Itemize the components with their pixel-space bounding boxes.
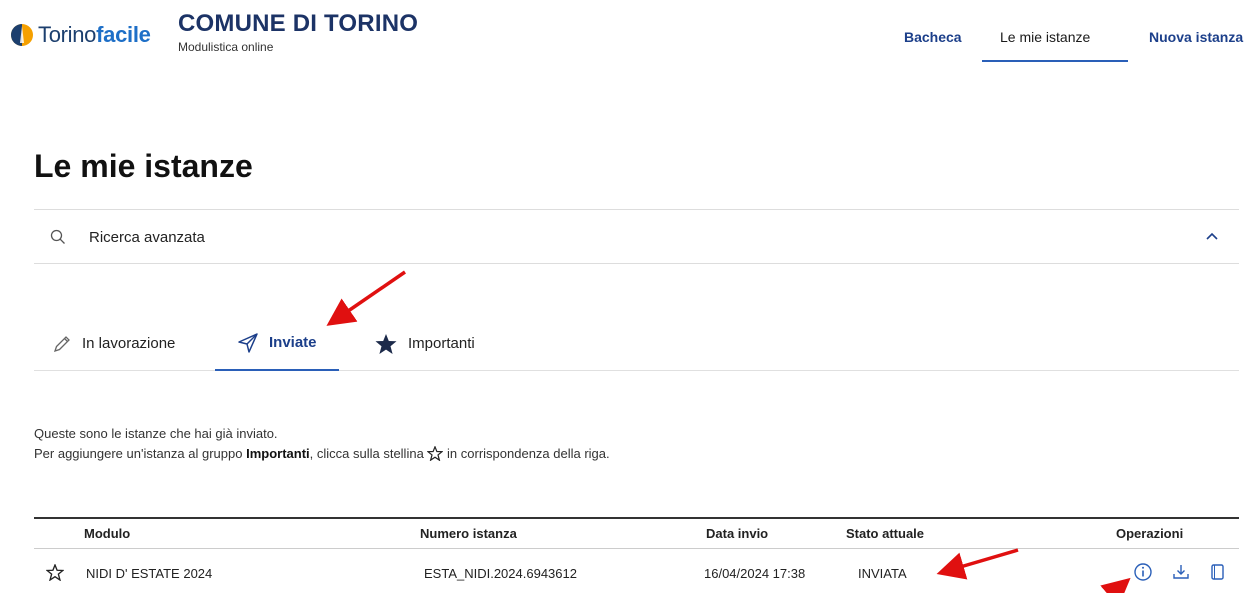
cell-modulo: NIDI D' ESTATE 2024 <box>86 566 213 581</box>
tab-in-lavorazione[interactable]: In lavorazione <box>52 316 175 371</box>
nav-bacheca[interactable]: Bacheca <box>904 26 962 64</box>
table-header: Modulo Numero istanza Data invio Stato a… <box>34 517 1239 549</box>
chevron-up-icon[interactable] <box>1205 231 1219 241</box>
tabs-bar: In lavorazione Inviate Importanti <box>34 316 1239 371</box>
advanced-search-toggle[interactable]: Ricerca avanzata <box>34 209 1239 264</box>
cell-stato: INVIATA <box>858 566 907 581</box>
cell-numero-istanza: ESTA_NIDI.2024.6943612 <box>424 566 577 581</box>
col-stato-attuale: Stato attuale <box>846 526 925 541</box>
description-text-a: Per aggiungere un'istanza al gruppo <box>34 446 247 461</box>
arrow-to-inviate-tab <box>326 270 406 326</box>
tab-inviate-label: Inviate <box>269 334 317 351</box>
star-outline-icon <box>427 446 444 461</box>
tab-importanti[interactable]: Importanti <box>374 316 475 371</box>
description-text-c: in corrispondenza della riga. <box>443 446 610 461</box>
info-icon[interactable] <box>1133 562 1153 582</box>
col-data-invio: Data invio <box>706 526 769 541</box>
nav-active-indicator <box>982 60 1128 62</box>
pencil-icon <box>53 335 70 352</box>
istanze-table: Modulo Numero istanza Data invio Stato a… <box>34 517 1239 593</box>
description-text-b: , clicca sulla stellina <box>309 446 428 461</box>
nav-nuova-istanza[interactable]: Nuova istanza <box>1149 26 1243 64</box>
col-modulo: Modulo <box>84 526 131 541</box>
download-icon[interactable] <box>1171 562 1191 582</box>
page-title: Le mie istanze <box>34 148 253 184</box>
nav-le-mie-istanze[interactable]: Le mie istanze <box>1000 26 1090 64</box>
description-line-1: Queste sono le istanze che hai già invia… <box>34 426 278 441</box>
col-operazioni: Operazioni <box>1116 526 1184 541</box>
cell-data-invio: 16/04/2024 17:38 <box>704 566 806 581</box>
search-icon <box>50 229 65 244</box>
description: Queste sono le istanze che hai già invia… <box>34 424 610 464</box>
description-line-2: Per aggiungere un'istanza al gruppo Impo… <box>34 444 610 464</box>
annotation-arrows <box>326 270 1131 593</box>
advanced-search-label: Ricerca avanzata <box>89 229 205 246</box>
tab-inviate[interactable]: Inviate <box>215 316 339 371</box>
description-bold: Importanti <box>246 446 310 461</box>
tab-importanti-label: Importanti <box>408 335 475 352</box>
header: Torinofacile COMUNE DI TORINO Modulistic… <box>0 0 1252 80</box>
star-outline-icon[interactable] <box>46 564 64 581</box>
send-icon <box>238 332 258 353</box>
tab-in-lavorazione-label: In lavorazione <box>82 335 176 352</box>
copy-icon[interactable] <box>1207 562 1227 582</box>
col-numero-istanza: Numero istanza <box>420 526 517 541</box>
star-filled-icon <box>375 333 397 354</box>
table-row: NIDI D' ESTATE 2024 ESTA_NIDI.2024.69436… <box>34 549 1239 593</box>
